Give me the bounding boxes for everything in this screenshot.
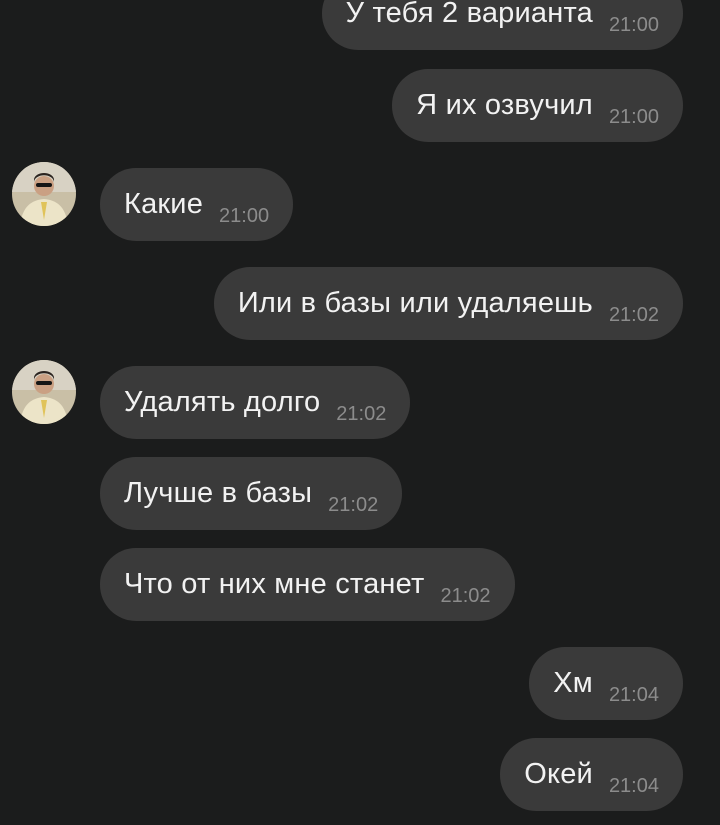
message-text: Окей	[524, 758, 593, 790]
message-text: Удалять долго	[124, 386, 321, 418]
message-bubble-outgoing[interactable]: Или в базы или удаляешь 21:02	[213, 267, 683, 340]
message-bubble-outgoing[interactable]: Я их озвучил 21:00	[392, 69, 683, 142]
message-text: Что от них мне станет	[124, 568, 425, 600]
message-bubble-incoming[interactable]: Лучше в базы 21:02	[100, 457, 403, 530]
message-bubble-outgoing[interactable]: Хм 21:04	[529, 647, 683, 720]
user-avatar[interactable]	[12, 360, 76, 424]
message-timestamp: 21:04	[608, 775, 659, 797]
message-text: Или в базы или удаляешь	[237, 287, 593, 319]
message-bubble-incoming[interactable]: Какие 21:00	[100, 168, 294, 241]
message-text: Я их озвучил	[416, 89, 593, 121]
message-bubble-incoming[interactable]: Что от них мне станет 21:02	[100, 548, 515, 621]
message-text: Хм	[553, 667, 593, 699]
avatar-image	[12, 162, 76, 226]
avatar-image	[12, 360, 76, 424]
message-bubble-incoming[interactable]: Удалять долго 21:02	[100, 366, 411, 439]
message-timestamp: 21:02	[328, 494, 379, 516]
message-timestamp: 21:04	[608, 684, 659, 706]
chat-message-list[interactable]: У тебя 2 варианта 21:00 Я их озвучил 21:…	[0, 0, 720, 825]
message-timestamp: 21:02	[608, 304, 659, 326]
message-text: Какие	[124, 188, 204, 220]
message-bubble-outgoing[interactable]: Окей 21:04	[500, 738, 683, 811]
message-text: Лучше в базы	[124, 477, 313, 509]
message-timestamp: 21:02	[336, 403, 387, 425]
message-timestamp: 21:00	[608, 14, 659, 36]
message-timestamp: 21:00	[219, 205, 270, 227]
message-text: У тебя 2 варианта	[345, 0, 593, 29]
message-timestamp: 21:02	[440, 585, 491, 607]
user-avatar[interactable]	[12, 162, 76, 226]
message-timestamp: 21:00	[608, 106, 659, 128]
message-bubble-outgoing[interactable]: У тебя 2 варианта 21:00	[321, 0, 683, 50]
